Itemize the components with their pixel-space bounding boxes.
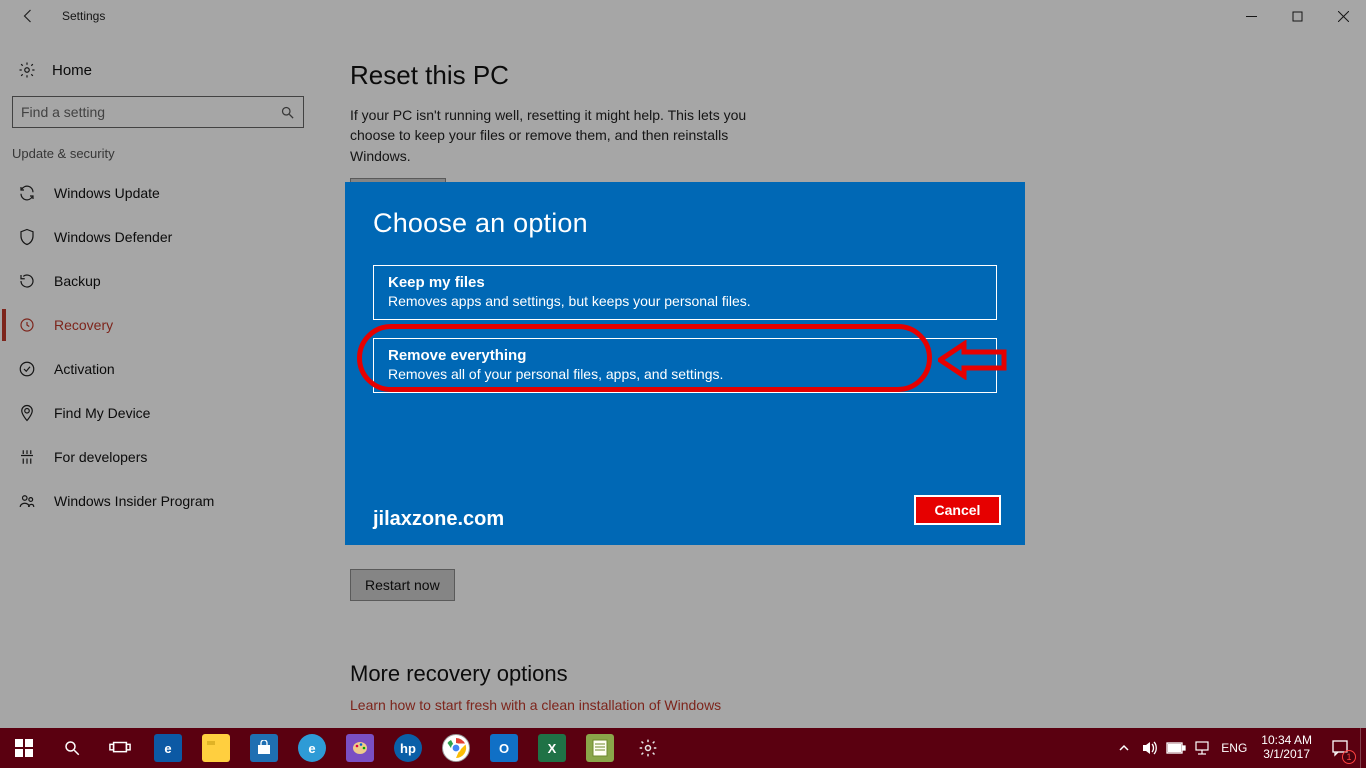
search-placeholder: Find a setting — [21, 104, 280, 120]
sync-icon — [18, 184, 36, 202]
dialog-title: Choose an option — [373, 208, 997, 239]
taskbar-app-excel[interactable]: X — [528, 728, 576, 768]
option-title: Keep my files — [388, 274, 982, 291]
sidebar-item-find-my-device[interactable]: Find My Device — [8, 391, 312, 435]
sidebar-item-insider[interactable]: Windows Insider Program — [8, 479, 312, 523]
home-label: Home — [52, 62, 92, 79]
sidebar-item-recovery[interactable]: Recovery — [8, 303, 312, 347]
taskbar-app-paint[interactable] — [336, 728, 384, 768]
tray-language[interactable]: ENG — [1215, 741, 1253, 755]
sidebar-item-label: Find My Device — [54, 405, 150, 421]
watermark-text: jilaxzone.com — [373, 508, 504, 531]
search-input[interactable]: Find a setting — [12, 96, 304, 128]
taskbar-app-edge[interactable]: e — [144, 728, 192, 768]
taskbar-app-notepad[interactable] — [576, 728, 624, 768]
sidebar-item-label: Windows Insider Program — [54, 493, 214, 509]
home-link[interactable]: Home — [8, 50, 312, 90]
check-circle-icon — [18, 360, 36, 378]
search-icon — [280, 105, 295, 120]
annotation-arrow-left-icon — [938, 340, 1010, 380]
task-view-button[interactable] — [96, 728, 144, 768]
nav-group-label: Update & security — [8, 146, 312, 171]
sidebar-item-label: Windows Defender — [54, 229, 172, 245]
more-recovery-heading: More recovery options — [350, 661, 1080, 687]
cancel-button[interactable]: Cancel — [914, 495, 1001, 525]
shield-icon — [18, 228, 36, 246]
gear-icon — [18, 61, 36, 79]
tray-date: 3/1/2017 — [1261, 748, 1312, 762]
tray-action-center[interactable]: 1 — [1320, 728, 1360, 768]
annotation-highlight-ring — [357, 324, 932, 392]
sidebar-item-label: Activation — [54, 361, 115, 377]
sidebar-item-for-developers[interactable]: For developers — [8, 435, 312, 479]
start-fresh-link[interactable]: Learn how to start fresh with a clean in… — [350, 697, 1080, 713]
back-button[interactable] — [14, 1, 44, 31]
tray-time: 10:34 AM — [1261, 734, 1312, 748]
recovery-icon — [18, 316, 36, 334]
tray-volume-icon[interactable] — [1137, 728, 1163, 768]
sidebar-item-windows-update[interactable]: Windows Update — [8, 171, 312, 215]
minimize-button[interactable] — [1228, 0, 1274, 32]
taskbar-app-outlook[interactable]: O — [480, 728, 528, 768]
search-taskbar-button[interactable] — [48, 728, 96, 768]
sidebar-item-windows-defender[interactable]: Windows Defender — [8, 215, 312, 259]
people-icon — [18, 492, 36, 510]
sidebar-item-activation[interactable]: Activation — [8, 347, 312, 391]
location-icon — [18, 404, 36, 422]
taskbar-app-hp[interactable]: hp — [384, 728, 432, 768]
sidebar-item-label: Windows Update — [54, 185, 160, 201]
taskbar-app-settings[interactable] — [624, 728, 672, 768]
sidebar-item-label: Recovery — [54, 317, 113, 333]
option-description: Removes apps and settings, but keeps you… — [388, 293, 982, 309]
tray-clock[interactable]: 10:34 AM 3/1/2017 — [1253, 734, 1320, 762]
maximize-button[interactable] — [1274, 0, 1320, 32]
sidebar-item-label: For developers — [54, 449, 147, 465]
backup-icon — [18, 272, 36, 290]
tray-battery-icon[interactable] — [1163, 728, 1189, 768]
reset-heading: Reset this PC — [350, 60, 1080, 91]
restart-now-button[interactable]: Restart now — [350, 569, 455, 601]
taskbar-app-store[interactable] — [240, 728, 288, 768]
window-title: Settings — [62, 9, 105, 23]
taskbar-app-chrome[interactable] — [432, 728, 480, 768]
close-button[interactable] — [1320, 0, 1366, 32]
taskbar-app-file-explorer[interactable] — [192, 728, 240, 768]
tray-overflow-icon[interactable] — [1111, 728, 1137, 768]
taskbar: e e hp O X ENG 10:34 AM 3/1/2017 1 — [0, 728, 1366, 768]
show-desktop-button[interactable] — [1360, 728, 1366, 768]
developers-icon — [18, 448, 36, 466]
reset-description: If your PC isn't running well, resetting… — [350, 105, 780, 166]
tray-network-icon[interactable] — [1189, 728, 1215, 768]
taskbar-app-ie[interactable]: e — [288, 728, 336, 768]
start-button[interactable] — [0, 728, 48, 768]
sidebar-item-label: Backup — [54, 273, 101, 289]
option-keep-my-files[interactable]: Keep my files Removes apps and settings,… — [373, 265, 997, 320]
notification-badge: 1 — [1342, 750, 1356, 764]
sidebar-item-backup[interactable]: Backup — [8, 259, 312, 303]
